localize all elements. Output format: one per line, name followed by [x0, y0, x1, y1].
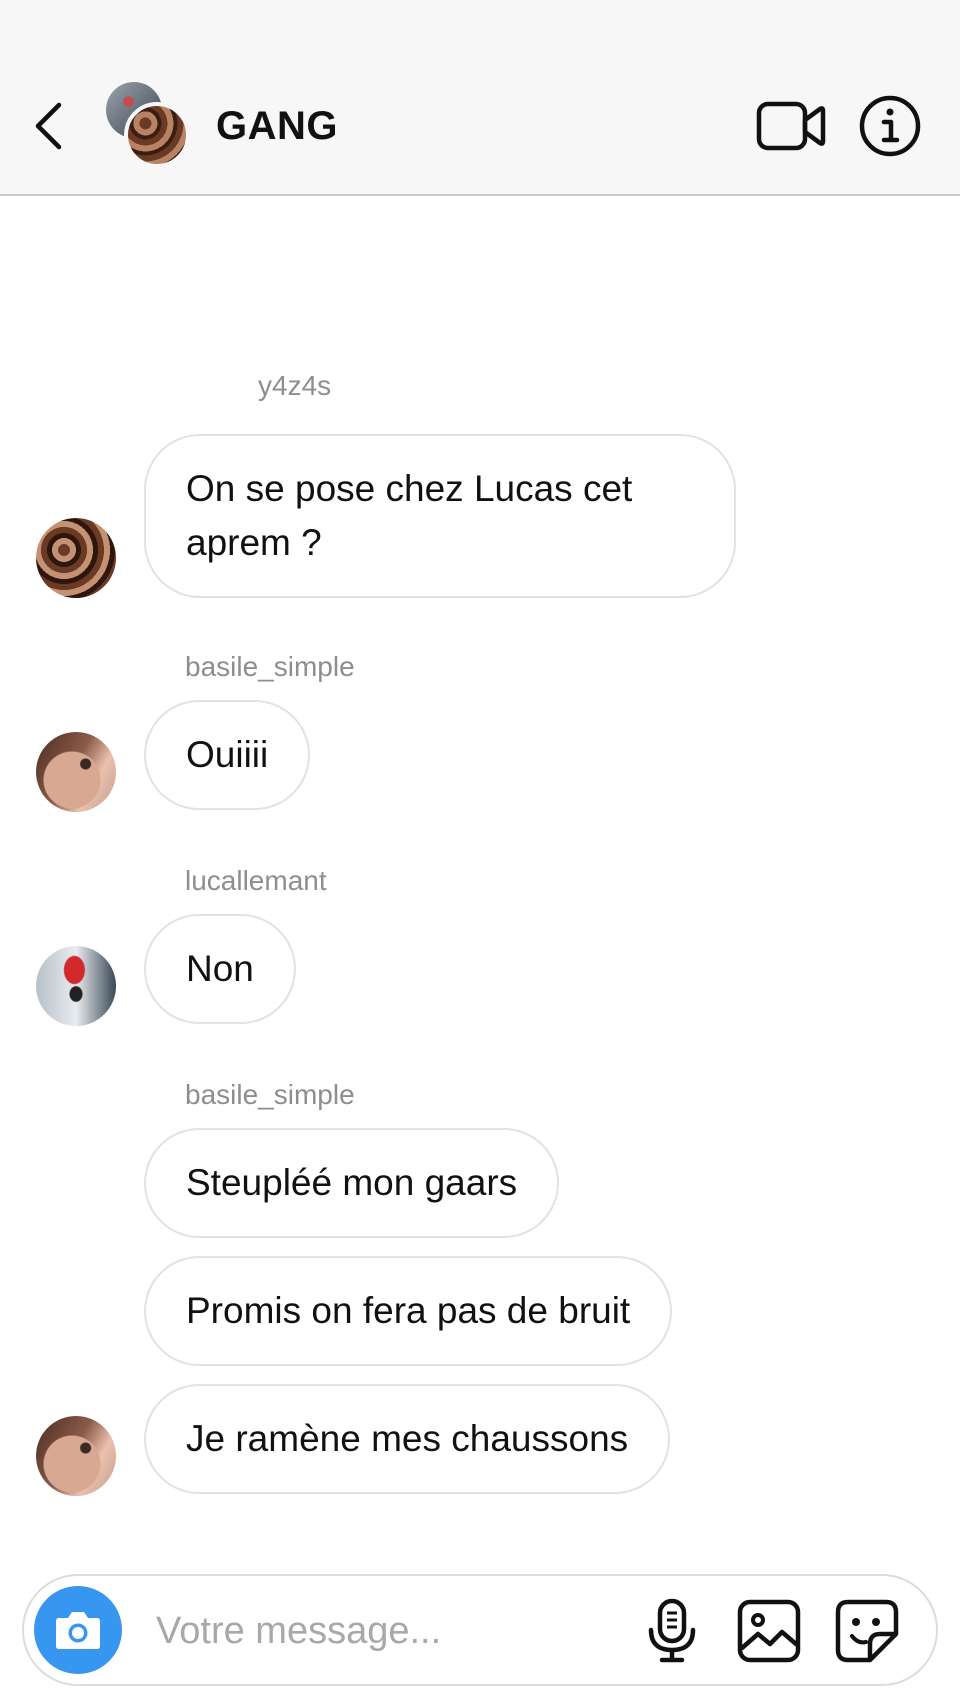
avatar[interactable] [36, 1416, 116, 1496]
camera-button[interactable] [34, 1586, 122, 1674]
image-gallery-icon [737, 1599, 801, 1663]
member-avatar [124, 102, 190, 168]
back-button[interactable] [26, 96, 70, 156]
avatar[interactable] [36, 518, 116, 598]
group-avatar[interactable] [106, 82, 192, 168]
microphone-icon [648, 1598, 696, 1663]
voice-message-button[interactable] [644, 1598, 700, 1664]
message-bubble[interactable]: Promis on fera pas de bruit [144, 1256, 673, 1366]
message-input[interactable] [154, 1600, 618, 1662]
camera-icon [56, 1612, 100, 1649]
video-camera-icon [756, 101, 826, 151]
message-bubble[interactable]: On se pose chez Lucas cet aprem ? [144, 434, 736, 598]
sticker-icon [835, 1599, 899, 1663]
message-bubble[interactable]: Ouiiii [144, 700, 311, 810]
gallery-button[interactable] [736, 1598, 802, 1664]
sender-name: basile_simple [185, 651, 355, 682]
message-bubble[interactable]: Non [144, 914, 296, 1024]
thread-header: GANG [0, 0, 960, 196]
message-composer [22, 1574, 938, 1686]
message-bubble[interactable]: Steupléé mon gaars [144, 1128, 560, 1238]
sender-name: lucallemant [185, 865, 327, 896]
chevron-left-icon [35, 102, 62, 150]
dm-thread-screen: GANG y4z4s On se pose chez Lucas cet apr… [0, 0, 960, 1707]
video-call-button[interactable] [756, 96, 826, 156]
info-icon [859, 95, 921, 157]
message-bubble[interactable]: Je ramène mes chaussons [144, 1384, 671, 1494]
thread-title[interactable]: GANG [216, 100, 338, 152]
sticker-button[interactable] [834, 1598, 900, 1664]
info-button[interactable] [858, 94, 922, 158]
sender-name: basile_simple [185, 1079, 355, 1110]
sender-name: y4z4s [258, 370, 332, 401]
avatar[interactable] [36, 732, 116, 812]
avatar[interactable] [36, 946, 116, 1026]
